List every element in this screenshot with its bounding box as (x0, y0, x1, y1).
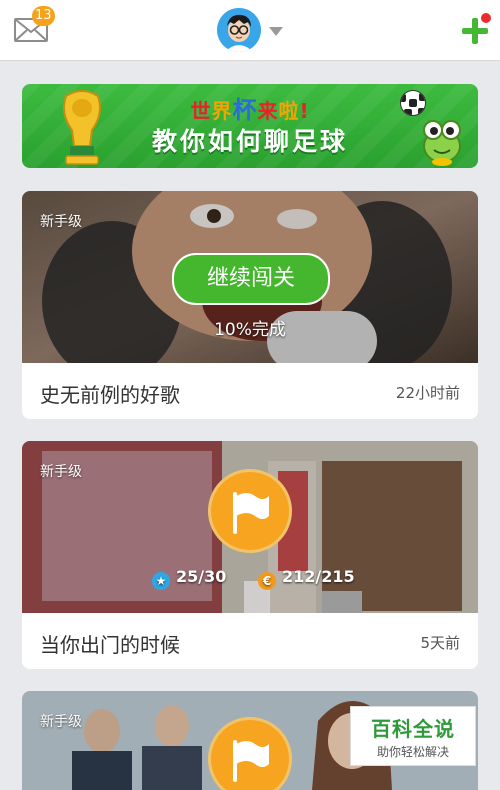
banner-subtitle: 教你如何聊足球 (151, 127, 348, 156)
unread-badge: 13 (32, 6, 55, 26)
coins-stat: €212/215 (258, 567, 355, 590)
banner-headline-char: ! (299, 99, 310, 123)
notification-dot (480, 12, 492, 24)
continue-button[interactable]: 继续闯关 (172, 253, 330, 305)
coin-icon: € (258, 572, 276, 590)
lesson-title: 当你出门的时候 (40, 633, 180, 657)
stars-value: 25/30 (176, 567, 227, 586)
card-footer: 史无前例的好歌 22小时前 (22, 363, 478, 419)
banner-headline-char: 啦 (278, 99, 300, 123)
lesson-card[interactable]: 新手级 ★ 25/30 €212/215 当你出门的时候 5天前 (22, 441, 478, 669)
flag-icon (233, 492, 269, 534)
banner-headline-char: 世 (190, 99, 212, 123)
start-lesson-button[interactable] (208, 717, 292, 790)
top-bar: 13 (0, 0, 500, 61)
lesson-time: 22小时前 (395, 384, 460, 402)
lesson-title: 史无前例的好歌 (40, 383, 180, 407)
caret-down-icon[interactable] (269, 27, 283, 36)
mascot-icon (423, 120, 461, 166)
avatar[interactable] (217, 8, 261, 52)
avatar-face-icon (217, 8, 261, 52)
banner-headline-char: 杯 (232, 96, 258, 124)
banner-headline-char: 界 (211, 99, 233, 123)
world-cup-banner[interactable]: 世界杯来啦! 教你如何聊足球 (22, 84, 478, 168)
watermark-tagline: 助你轻松解决 (376, 745, 449, 759)
star-icon: ★ (152, 572, 170, 590)
level-label: 新手级 (40, 214, 82, 230)
watermark-brand: 百科全说 (371, 717, 455, 741)
start-lesson-button[interactable] (208, 469, 292, 553)
flag-icon (233, 740, 269, 782)
level-label: 新手级 (40, 714, 82, 730)
coins-value: 212/215 (282, 567, 355, 586)
progress-text: 10%完成 (214, 320, 286, 340)
watermark-logo: 百科全说 助你轻松解决 (350, 706, 476, 766)
banner-headline-char: 来 (257, 99, 279, 123)
level-label: 新手级 (40, 464, 82, 480)
lesson-card[interactable]: 新手级 继续闯关 10%完成 史无前例的好歌 22小时前 (22, 191, 478, 419)
stars-stat: ★ 25/30 (152, 567, 226, 590)
card-footer: 当你出门的时候 5天前 (22, 613, 478, 669)
lesson-time: 5天前 (420, 634, 460, 652)
